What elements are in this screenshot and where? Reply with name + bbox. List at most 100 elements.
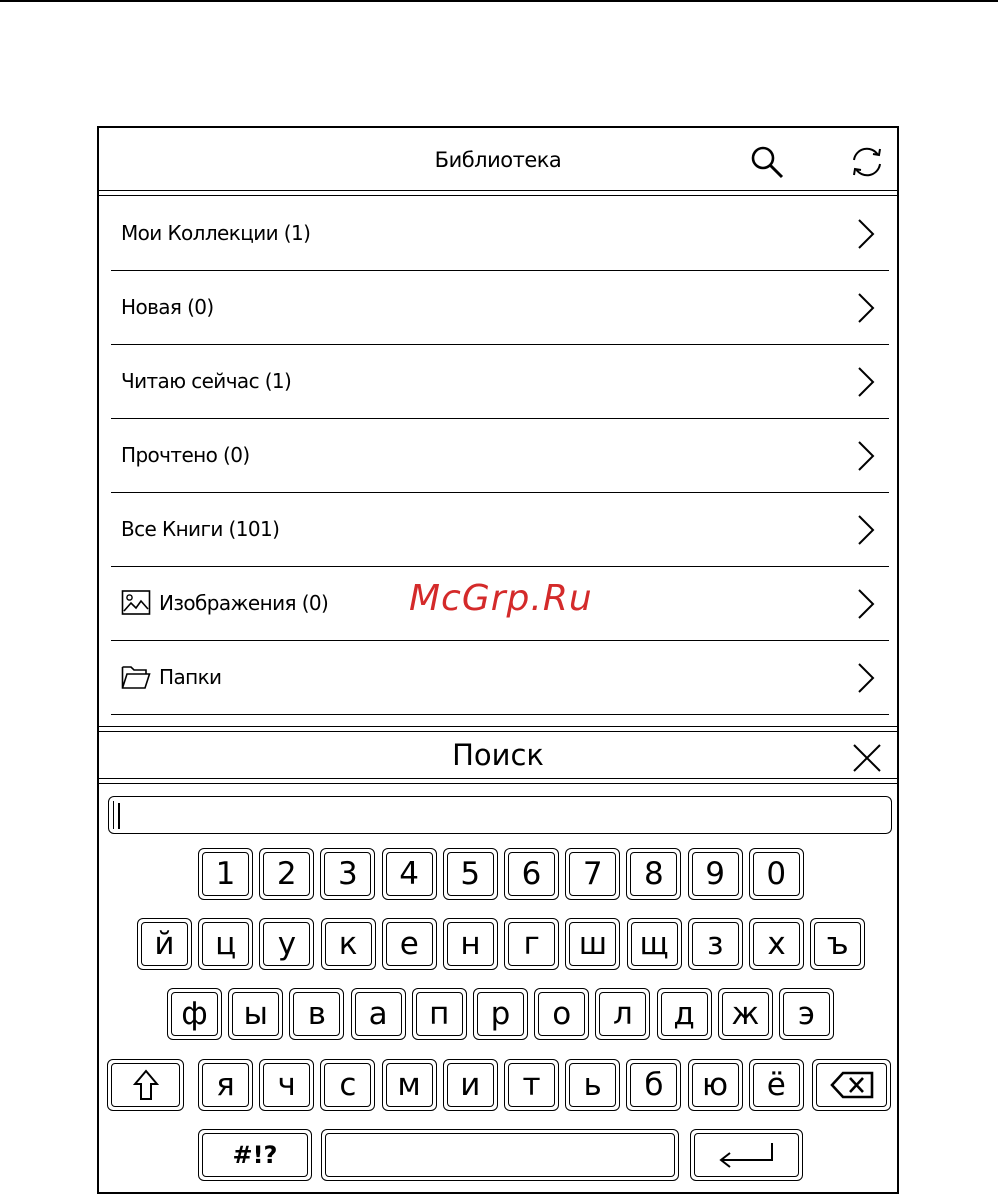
key-label: р — [490, 995, 511, 1032]
key-label: 3 — [338, 855, 358, 892]
key-letter[interactable]: о — [534, 988, 590, 1040]
key-label: 6 — [521, 855, 542, 892]
shift-key[interactable] — [107, 1059, 184, 1111]
enter-key[interactable] — [690, 1129, 803, 1181]
key-letter[interactable]: ь — [565, 1059, 621, 1111]
key-letter[interactable]: р — [473, 988, 528, 1040]
key-letter[interactable]: ф — [167, 988, 222, 1040]
search-input[interactable] — [108, 796, 892, 834]
key-letter[interactable]: с — [320, 1059, 376, 1111]
key-label: 2 — [276, 855, 297, 892]
key-digit[interactable]: 4 — [381, 848, 437, 900]
key-letter[interactable]: е — [381, 918, 437, 970]
library-item-3[interactable]: Прочтено (0) — [111, 419, 889, 493]
key-label: а — [368, 995, 388, 1032]
key-letter[interactable]: ъ — [810, 918, 866, 970]
search-divider-bottom — [99, 778, 897, 784]
key-label: ц — [215, 925, 237, 962]
key-label: ш — [578, 925, 608, 962]
key-letter[interactable]: д — [656, 988, 712, 1040]
key-label: 8 — [644, 855, 664, 892]
key-letter[interactable]: х — [749, 918, 804, 970]
key-label: ф — [181, 995, 208, 1032]
key-label: т — [522, 1066, 541, 1103]
symbols-key[interactable]: #!? — [198, 1129, 312, 1181]
key-letter[interactable]: ю — [687, 1059, 743, 1111]
key-letter[interactable]: з — [687, 918, 743, 970]
key-label: я — [216, 1066, 235, 1103]
library-item-label: Читаю сейчас (1) — [121, 369, 292, 393]
key-letter[interactable]: ш — [565, 918, 621, 970]
key-label: щ — [639, 925, 669, 962]
library-item-2[interactable]: Читаю сейчас (1) — [111, 345, 889, 419]
key-letter[interactable]: й — [137, 918, 192, 970]
key-letter[interactable]: н — [443, 918, 498, 970]
library-list: Мои Коллекции (1) Новая (0) Читаю сейчас (… — [99, 197, 897, 715]
chevron-right-icon — [858, 589, 875, 619]
key-letter[interactable]: и — [442, 1059, 498, 1111]
library-item-4[interactable]: Все Книги (101) — [111, 493, 889, 567]
search-bar: Поиск — [99, 732, 897, 780]
library-item-label: Новая (0) — [121, 295, 214, 319]
key-label: 5 — [460, 855, 481, 892]
key-digit[interactable]: 8 — [626, 848, 682, 900]
key-letter[interactable]: я — [198, 1059, 253, 1111]
key-label: х — [767, 925, 786, 962]
key-label: 1 — [215, 855, 236, 892]
key-label: л — [612, 995, 633, 1032]
key-letter[interactable]: ц — [198, 918, 254, 970]
key-digit[interactable]: 2 — [259, 848, 315, 900]
library-item-6[interactable]: Папки — [111, 641, 889, 715]
key-label: #!? — [232, 1141, 278, 1169]
key-letter[interactable]: п — [411, 988, 467, 1040]
key-letter[interactable]: л — [595, 988, 651, 1040]
key-label: ъ — [826, 925, 849, 962]
top-rule — [0, 0, 998, 2]
library-item-1[interactable]: Новая (0) — [111, 271, 889, 345]
key-letter[interactable]: т — [504, 1059, 559, 1111]
key-digit[interactable]: 3 — [320, 848, 376, 900]
key-digit[interactable]: 0 — [748, 848, 804, 900]
backspace-key[interactable] — [812, 1059, 891, 1111]
key-letter[interactable]: в — [289, 988, 345, 1040]
key-letter[interactable]: ч — [259, 1059, 315, 1111]
key-letter[interactable]: б — [626, 1059, 682, 1111]
watermark: McGrp.Ru — [409, 578, 593, 619]
key-letter[interactable]: у — [259, 918, 315, 970]
key-label: ь — [583, 1066, 602, 1103]
key-letter[interactable]: м — [381, 1059, 437, 1111]
chevron-right-icon — [858, 367, 875, 397]
key-letter[interactable]: г — [504, 918, 560, 970]
chevron-right-icon — [858, 663, 875, 693]
key-label: г — [523, 925, 540, 962]
shift-icon — [132, 1069, 159, 1100]
key-letter[interactable]: ж — [717, 988, 773, 1040]
key-label: ж — [731, 995, 760, 1032]
key-label: н — [460, 925, 481, 962]
chevron-right-icon — [858, 515, 875, 545]
key-label: м — [397, 1066, 421, 1103]
close-icon[interactable] — [851, 742, 883, 774]
key-letter[interactable]: э — [779, 988, 834, 1040]
chevron-right-icon — [858, 219, 875, 249]
key-digit[interactable]: 9 — [687, 848, 743, 900]
key-letter[interactable]: щ — [626, 918, 682, 970]
key-digit[interactable]: 6 — [504, 848, 559, 900]
space-key[interactable] — [321, 1129, 679, 1181]
key-letter[interactable]: а — [350, 988, 406, 1040]
sync-icon[interactable] — [849, 144, 885, 180]
key-letter[interactable]: ы — [228, 988, 284, 1040]
chevron-right-icon — [858, 441, 875, 471]
key-digit[interactable]: 7 — [565, 848, 621, 900]
text-caret — [118, 803, 120, 829]
key-letter[interactable]: к — [320, 918, 376, 970]
key-label: э — [797, 995, 815, 1032]
library-item-label: Изображения (0) — [159, 591, 329, 615]
key-digit[interactable]: 1 — [198, 848, 253, 900]
library-item-0[interactable]: Мои Коллекции (1) — [111, 197, 889, 271]
key-label: ё — [766, 1066, 786, 1103]
key-label: д — [673, 995, 695, 1032]
key-letter[interactable]: ё — [748, 1059, 804, 1111]
search-icon[interactable] — [749, 144, 785, 180]
key-digit[interactable]: 5 — [442, 848, 498, 900]
